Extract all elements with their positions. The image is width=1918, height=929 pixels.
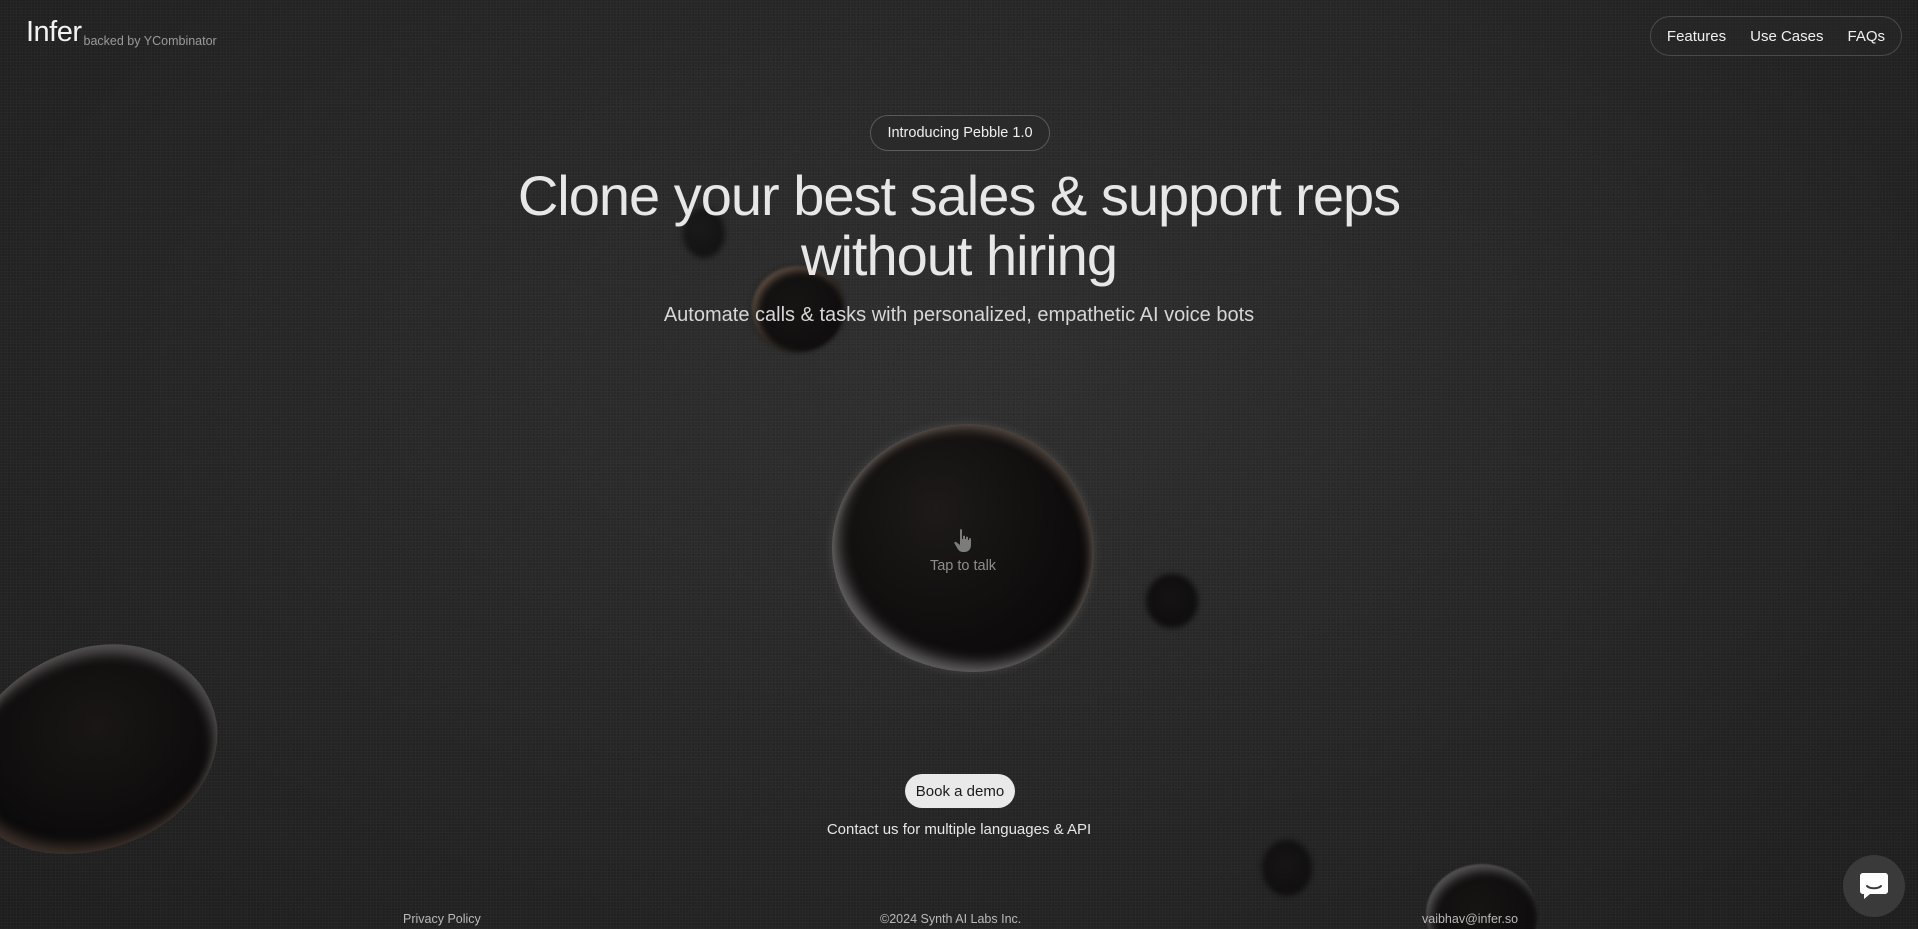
floating-pebble [1146,574,1198,628]
contact-email-link[interactable]: vaibhav@infer.so [1422,912,1518,926]
chat-widget-button[interactable] [1843,855,1905,917]
tap-to-talk-label: Tap to talk [929,558,997,574]
brand-logo[interactable]: Infer [26,18,82,47]
privacy-policy-link[interactable]: Privacy Policy [403,912,481,926]
hero-headline: Clone your best sales & support reps wit… [0,166,1918,286]
floating-pebble [0,614,245,886]
nav-use-cases[interactable]: Use Cases [1750,28,1823,45]
headline-line-1: Clone your best sales & support reps [517,164,1401,227]
voice-orb-button[interactable]: Tap to talk [832,424,1094,672]
floating-pebble [1262,840,1312,896]
brand[interactable]: Infer backed by YCombinator [26,18,217,49]
headline-line-2: without hiring [801,224,1118,287]
chat-bubble-icon [1860,873,1888,899]
announcement-pill[interactable]: Introducing Pebble 1.0 [870,115,1050,151]
book-demo-button[interactable]: Book a demo [905,774,1015,808]
contact-note: Contact us for multiple languages & API [826,821,1092,838]
brand-tagline: backed by YCombinator [83,34,217,48]
hero-subheadline: Automate calls & tasks with personalized… [663,304,1255,326]
top-nav: Features Use Cases FAQs [1649,16,1902,56]
pointing-hand-icon [954,529,971,552]
nav-faqs[interactable]: FAQs [1847,28,1885,45]
nav-features[interactable]: Features [1667,28,1726,45]
copyright-text: ©2024 Synth AI Labs Inc. [880,912,1022,926]
